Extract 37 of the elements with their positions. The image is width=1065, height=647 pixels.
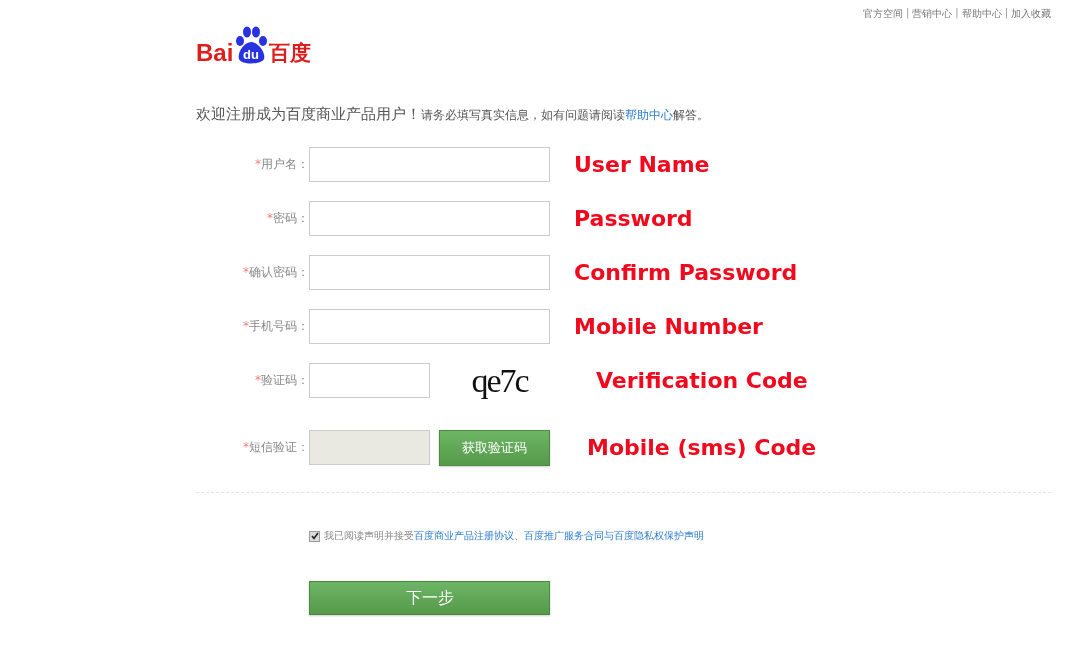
top-link[interactable]: 官方空间 [862, 7, 903, 21]
field-label: *用户名： [254, 156, 309, 173]
input-field[interactable] [309, 147, 550, 182]
welcome-heading: 欢迎注册成为百度商业产品用户！ [196, 105, 421, 124]
next-button[interactable]: 下一步 [309, 581, 550, 615]
annotation-label: Mobile Number [574, 314, 763, 339]
paw-logo: du [234, 25, 269, 65]
agree-checkbox[interactable] [309, 530, 320, 542]
annotation-label: Verification Code [596, 368, 808, 393]
intro-note: 请务必填写真实信息，如有问题请阅读帮助中心解答。 [421, 107, 709, 124]
top-link[interactable]: 加入收藏 [1011, 7, 1051, 21]
field-label: *验证码： [254, 372, 309, 389]
input-field[interactable] [309, 201, 550, 236]
agreement-link[interactable]: 百度隐私权保护声明 [614, 530, 704, 541]
separator: | [955, 7, 959, 21]
input-field[interactable] [309, 363, 430, 398]
field-label: *短信验证： [242, 439, 309, 456]
agreement-link[interactable]: 百度推广服务合同 [524, 530, 604, 541]
top-link[interactable]: 营销中心 [912, 7, 953, 21]
annotation-label: Mobile (sms) Code [587, 435, 817, 460]
field-label: *确认密码： [242, 264, 309, 281]
help-link[interactable]: 帮助中心 [625, 108, 673, 122]
logo-text: Bai [196, 41, 234, 65]
agreement-text: 我已阅读声明并接受百度商业产品注册协议、百度推广服务合同与百度隐私权保护声明 [324, 529, 704, 543]
top-link[interactable]: 帮助中心 [961, 7, 1002, 21]
field-label: *手机号码： [242, 318, 309, 335]
separator: | [905, 7, 910, 21]
field-label: *密码： [266, 210, 309, 227]
annotation-label: Confirm Password [574, 260, 798, 285]
annotation-label: Password [574, 206, 693, 231]
separator: | [1004, 7, 1008, 21]
agreement-link[interactable]: 百度商业产品注册协议 [414, 530, 514, 541]
annotation-label: User Name [574, 152, 710, 177]
logo-text: 百度 [269, 41, 312, 65]
captcha-image: qe7c [470, 361, 530, 400]
input-field[interactable] [309, 309, 550, 344]
input-field[interactable] [309, 255, 550, 290]
